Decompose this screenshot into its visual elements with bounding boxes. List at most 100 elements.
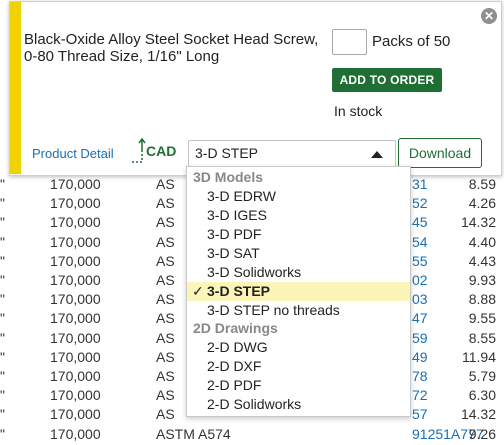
cell-part[interactable]: 55 <box>412 253 428 269</box>
cell-strength: 170,000 <box>50 233 101 250</box>
dropdown-option-label: 3-D STEP <box>207 283 271 299</box>
stock-status: In stock <box>334 103 383 119</box>
cell-part[interactable]: 45 <box>412 214 428 230</box>
cell-strength: 170,000 <box>50 329 101 346</box>
cell-spec: AS <box>156 406 175 423</box>
cell-strength: 170,000 <box>50 272 101 288</box>
cell-part[interactable]: 49 <box>412 349 428 365</box>
cell-strength: 170,000 <box>50 214 101 231</box>
product-popup: ✕ Black-Oxide Alloy Steel Socket Head Sc… <box>9 1 502 176</box>
cell-q: " <box>0 291 5 308</box>
dropdown-option[interactable]: 3-D SAT <box>187 244 410 263</box>
cell-q: " <box>0 310 5 327</box>
cell-part[interactable]: 03 <box>412 291 428 307</box>
cell-spec: AS <box>156 195 175 212</box>
cell-strength: 170,000 <box>50 425 101 442</box>
chevron-up-icon <box>371 151 383 158</box>
dropdown-option-label: 3-D EDRW <box>207 188 276 204</box>
cell-part[interactable]: 78 <box>412 368 428 384</box>
dropdown-option[interactable]: 3-D IGES <box>187 206 410 225</box>
dropdown-option-label: 3-D PDF <box>207 226 262 242</box>
dropdown-option[interactable]: 2-D DXF <box>187 357 410 376</box>
cell-q: " <box>0 425 5 442</box>
cad-icon: CAD <box>130 136 176 166</box>
cell-price: 8.88 <box>468 291 496 308</box>
check-icon: ✓ <box>192 283 204 299</box>
cell-spec: AS <box>156 310 175 327</box>
cell-strength: 170,000 <box>50 310 101 327</box>
cell-spec: AS <box>156 329 175 346</box>
product-description: Black-Oxide Alloy Steel Socket Head Scre… <box>24 31 319 65</box>
dropdown-group-label: 2D Drawings <box>193 320 278 336</box>
dropdown-group-label: 3D Models <box>193 169 264 185</box>
cell-strength: 170,000 <box>50 176 101 192</box>
cell-part[interactable]: 72 <box>412 387 428 403</box>
packs-label: Packs of 50 <box>372 33 451 50</box>
cell-spec: AS <box>156 387 175 404</box>
dropdown-option[interactable]: ✓ 3-D STEP <box>187 282 410 301</box>
cell-price: 5.79 <box>468 368 496 384</box>
cell-price: 4.40 <box>468 233 496 250</box>
dropdown-option-label: 3-D SAT <box>207 245 260 261</box>
cell-part[interactable]: 52 <box>412 195 428 211</box>
dropdown-option[interactable]: 2-D PDF <box>187 376 410 395</box>
cell-price: 8.59 <box>468 176 496 192</box>
cad-format-value: 3-D STEP <box>195 145 259 161</box>
cell-price: 9.55 <box>468 310 496 327</box>
cell-price: 11.94 <box>462 348 496 365</box>
table-row[interactable]: " 170,000 ASTM A574 91251A777 9.26 <box>0 426 504 445</box>
add-to-order-button[interactable]: ADD TO ORDER <box>332 68 442 92</box>
cell-part[interactable]: 59 <box>412 330 428 346</box>
cell-q: " <box>0 176 5 192</box>
cell-strength: 170,000 <box>50 348 101 365</box>
dropdown-option[interactable]: 3-D PDF <box>187 225 410 244</box>
cell-q: " <box>0 195 5 212</box>
cell-price: 9.93 <box>468 272 496 288</box>
cell-strength: 170,000 <box>50 387 101 404</box>
dropdown-option[interactable]: 3-D EDRW <box>187 187 410 206</box>
close-icon[interactable]: ✕ <box>481 8 497 24</box>
dropdown-option-label: 2-D PDF <box>207 377 262 393</box>
cell-q: " <box>0 348 5 365</box>
cell-spec: AS <box>156 348 175 365</box>
download-button[interactable]: Download <box>398 138 482 168</box>
cell-price: 14.32 <box>460 406 496 423</box>
cad-format-dropdown: 3D Models 3-D EDRW 3-D IGES 3-D PDF 3-D SAT 3… <box>186 166 411 417</box>
cell-spec: AS <box>156 291 175 308</box>
cad-label: CAD <box>146 143 176 159</box>
cell-strength: 170,000 <box>50 291 101 308</box>
dropdown-option[interactable]: 3-D STEP no threads <box>187 301 410 320</box>
dropdown-option-label: 3-D IGES <box>207 207 267 223</box>
dropdown-option-label: 2-D Solidworks <box>207 396 302 412</box>
cell-part[interactable]: 47 <box>412 310 428 326</box>
cad-format-select[interactable]: 3-D STEP <box>188 140 396 168</box>
cell-q: " <box>0 233 5 250</box>
dropdown-option[interactable]: 3-D Solidworks <box>187 263 410 282</box>
cell-price: 6.30 <box>468 387 496 404</box>
cell-price: 9.26 <box>468 425 496 442</box>
product-detail-link[interactable]: Product Detail <box>32 146 114 161</box>
cell-price: 14.32 <box>460 214 496 231</box>
cell-part[interactable]: 57 <box>412 406 428 422</box>
cell-spec: AS <box>156 214 175 231</box>
dropdown-option-label: 2-D DXF <box>207 358 262 374</box>
dropdown-option[interactable]: 2-D DWG <box>187 338 410 357</box>
cell-spec: ASTM A574 <box>156 425 231 442</box>
cell-part[interactable]: 54 <box>412 234 428 250</box>
cell-spec: AS <box>156 252 175 269</box>
cell-q: " <box>0 387 5 404</box>
cell-part[interactable]: 31 <box>412 176 428 192</box>
cell-q: " <box>0 329 5 346</box>
cell-q: " <box>0 272 5 288</box>
quantity-input[interactable] <box>332 29 367 55</box>
dropdown-option[interactable]: 2-D Solidworks <box>187 395 410 414</box>
cell-spec: AS <box>156 233 175 250</box>
cell-price: 4.43 <box>468 252 496 269</box>
cell-part[interactable]: 02 <box>412 272 428 288</box>
cell-spec: AS <box>156 272 175 288</box>
dropdown-option-label: 3-D STEP no threads <box>207 302 340 318</box>
cell-strength: 170,000 <box>50 368 101 384</box>
cell-strength: 170,000 <box>50 252 101 269</box>
cell-q: " <box>0 406 5 423</box>
cell-strength: 170,000 <box>50 406 101 423</box>
